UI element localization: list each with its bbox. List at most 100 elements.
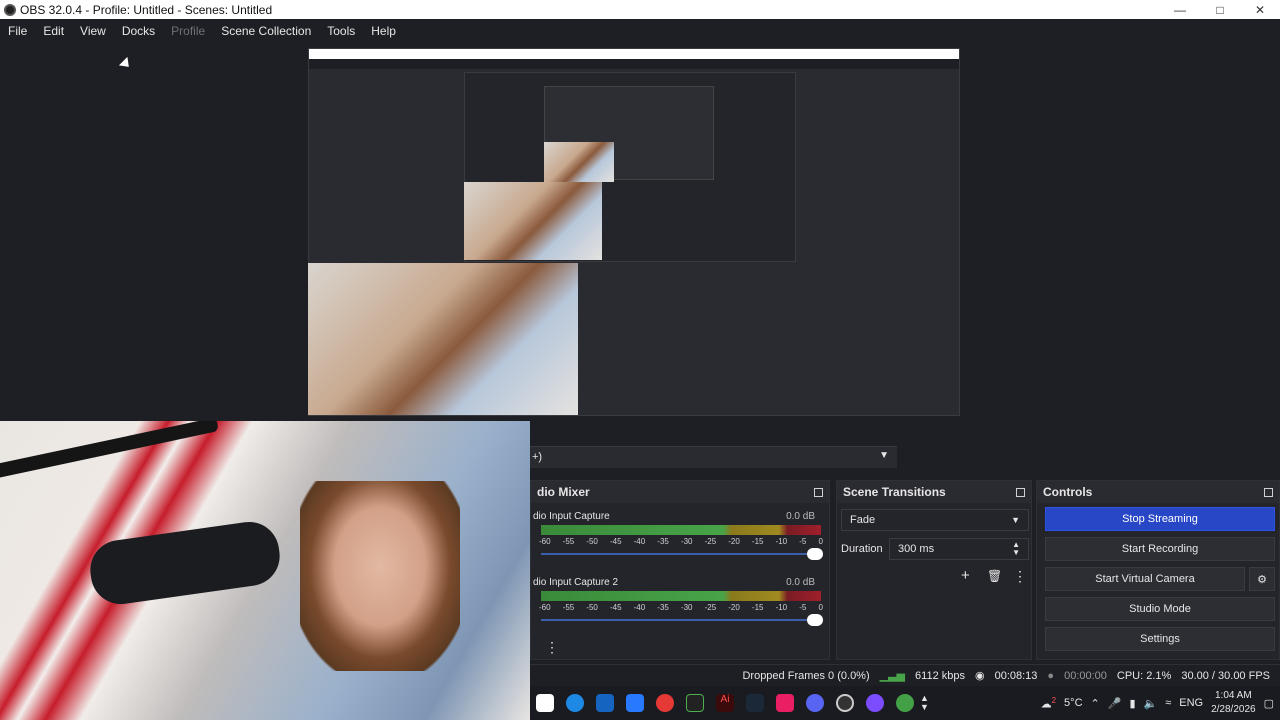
add-icon[interactable]: + (961, 567, 970, 584)
volume-slider[interactable] (541, 614, 823, 626)
mic-arm (0, 421, 219, 479)
volume-slider[interactable] (541, 548, 823, 560)
webcam-feed-tiny (464, 182, 602, 260)
chevron-down-icon[interactable]: ▼ (879, 450, 889, 461)
app-icon-2[interactable] (866, 694, 884, 712)
battery-icon[interactable]: ▮ (1129, 697, 1135, 710)
audio-mixer-title: dio Mixer (537, 485, 590, 499)
notification-icon[interactable]: ▢ (1264, 697, 1274, 710)
app-icon[interactable] (776, 694, 794, 712)
menu-tools[interactable]: Tools (319, 24, 363, 38)
close-icon[interactable]: ✕ (1240, 0, 1280, 19)
undock-icon[interactable] (814, 487, 823, 497)
stream-time: 00:08:13 (994, 669, 1038, 682)
obs-app-icon (4, 3, 16, 16)
mixer-channel-db: 0.0 dB (786, 511, 815, 522)
more-options-icon[interactable]: ⋮ (1013, 568, 1027, 585)
fps: 30.00 / 30.00 FPS (1181, 669, 1270, 682)
undock-icon[interactable] (1264, 487, 1273, 497)
spin-icon[interactable]: ▲ ▼ (1012, 541, 1020, 557)
duration-value: 300 ms (898, 543, 935, 555)
mixer-channel-name: dio Input Capture (533, 511, 610, 522)
stream-icon: ◉ (974, 670, 985, 682)
sources-toolbar: +) ▼ (530, 446, 897, 468)
yandex-icon[interactable] (656, 694, 674, 712)
weather-badge: 2 (1051, 695, 1057, 705)
studio-mode-button[interactable]: Studio Mode (1045, 597, 1275, 621)
volume-meter (541, 525, 821, 535)
steam-icon[interactable] (746, 694, 764, 712)
bitrate: 6112 kbps (915, 669, 965, 682)
file-icon[interactable] (536, 694, 554, 712)
chevron-down-icon: ▼ (1011, 515, 1020, 525)
gear-icon[interactable]: ⚙ (1249, 567, 1275, 591)
edge-icon[interactable] (566, 694, 584, 712)
mixer-channel-db: 0.0 dB (786, 577, 815, 588)
person (300, 481, 460, 671)
dropped-frames: Dropped Frames 0 (0.0%) (742, 669, 870, 682)
controls-panel: Controls Stop Streaming Start Recording … (1036, 480, 1280, 660)
system-tray: ☁2 5°C ⌃ 🎤 ▮ 🔈 ≈ ENG 1:04 AM 2/28/2026 ▢ (1041, 689, 1280, 717)
menu-profile[interactable]: Profile (163, 24, 213, 38)
microphone-icon[interactable]: 🎤 (1108, 697, 1122, 710)
maximize-icon[interactable]: □ (1200, 0, 1240, 19)
transition-select[interactable]: Fade ▼ (841, 509, 1029, 531)
undock-icon[interactable] (1016, 487, 1025, 497)
mixer-channel-name: dio Input Capture 2 (533, 577, 619, 588)
menu-view[interactable]: View (72, 24, 114, 38)
weather-icon[interactable]: ☁2 (1041, 696, 1056, 711)
menu-help[interactable]: Help (363, 24, 404, 38)
meter-ticks: -60 -55 -50 -45 -40 -35 -30 -25 -20 -15 -10 -5 0 (539, 537, 823, 546)
start-virtual-camera-button[interactable]: Start Virtual Camera (1045, 567, 1245, 591)
slider-handle[interactable] (807, 614, 823, 626)
stop-streaming-button[interactable]: Stop Streaming (1045, 507, 1275, 531)
menu-docks[interactable]: Docks (114, 24, 163, 38)
webcam-feed (0, 421, 530, 720)
volume-meter (541, 591, 821, 601)
sources-toolbar-text: +) (532, 451, 543, 463)
clock-time: 1:04 AM (1214, 690, 1252, 701)
status-bar: Dropped Frames 0 (0.0%) ▁▃▅ 6112 kbps ◉ … (530, 664, 1280, 686)
discord-icon[interactable] (806, 694, 824, 712)
slider-handle[interactable] (807, 548, 823, 560)
minimize-icon[interactable]: — (1160, 0, 1200, 19)
chrome-icon[interactable] (896, 694, 914, 712)
trash-icon[interactable]: 🗑 (987, 569, 1002, 583)
mixer-channel: dio Input Capture 2 0.0 dB -60 -55 -50 -45-… (533, 577, 823, 626)
webcam-feed-mini (544, 142, 614, 182)
volume-icon[interactable]: 🔈 (1144, 697, 1158, 710)
record-icon: ● (1047, 669, 1055, 682)
windows-taskbar: Ai ▲ ▼ ☁2 5°C ⌃ 🎤 ▮ 🔈 ≈ ENG 1:04 AM 2/28/… (530, 686, 1280, 720)
menu-file[interactable]: File (0, 24, 35, 38)
settings-button[interactable]: Settings (1045, 627, 1275, 651)
webcam-feed-small (308, 263, 578, 415)
clock[interactable]: 1:04 AM 2/28/2026 (1211, 689, 1256, 717)
mixer-channel: dio Input Capture 0.0 dB -60 -55 -50 -45 -40… (533, 511, 823, 560)
scene-transitions-panel: Scene Transitions Fade ▼ Duration 300 ms… (836, 480, 1032, 660)
language-indicator[interactable]: ENG (1179, 697, 1203, 709)
illustrator-icon[interactable]: Ai (716, 694, 734, 712)
duration-label: Duration (841, 543, 883, 555)
controls-title: Controls (1043, 485, 1093, 499)
menu-edit[interactable]: Edit (35, 24, 72, 38)
more-options-icon[interactable]: ⋮ (545, 639, 559, 656)
cpu-usage: CPU: 2.1% (1116, 669, 1172, 682)
record-time: 00:00:00 (1064, 669, 1107, 682)
obs-taskbar-icon[interactable] (836, 694, 854, 712)
duration-input[interactable]: 300 ms ▲ ▼ (889, 538, 1029, 560)
menu-scene-collection[interactable]: Scene Collection (213, 24, 319, 38)
wifi-icon[interactable]: ≈ (1165, 697, 1171, 709)
meter-ticks: -60 -55 -50 -45 -40 -35 -30 -25 -20 -15 -10 -5 0 (539, 603, 823, 612)
transition-select-value: Fade (850, 514, 876, 526)
window-title: OBS 32.0.4 - Profile: Untitled - Scenes:… (20, 2, 273, 17)
scene-transitions-title: Scene Transitions (843, 485, 946, 499)
weather-temp: 5°C (1064, 697, 1083, 709)
taskbar-scroll-icon[interactable]: ▲ ▼ (920, 694, 929, 712)
audio-mixer-panel: dio Mixer dio Input Capture 0.0 dB -60 -5… (530, 480, 830, 660)
vscode-icon[interactable] (626, 694, 644, 712)
outlook-icon[interactable] (596, 694, 614, 712)
chevron-up-icon[interactable]: ⌃ (1091, 697, 1100, 710)
start-recording-button[interactable]: Start Recording (1045, 537, 1275, 561)
audacity-icon[interactable] (686, 694, 704, 712)
microphone (86, 518, 284, 608)
